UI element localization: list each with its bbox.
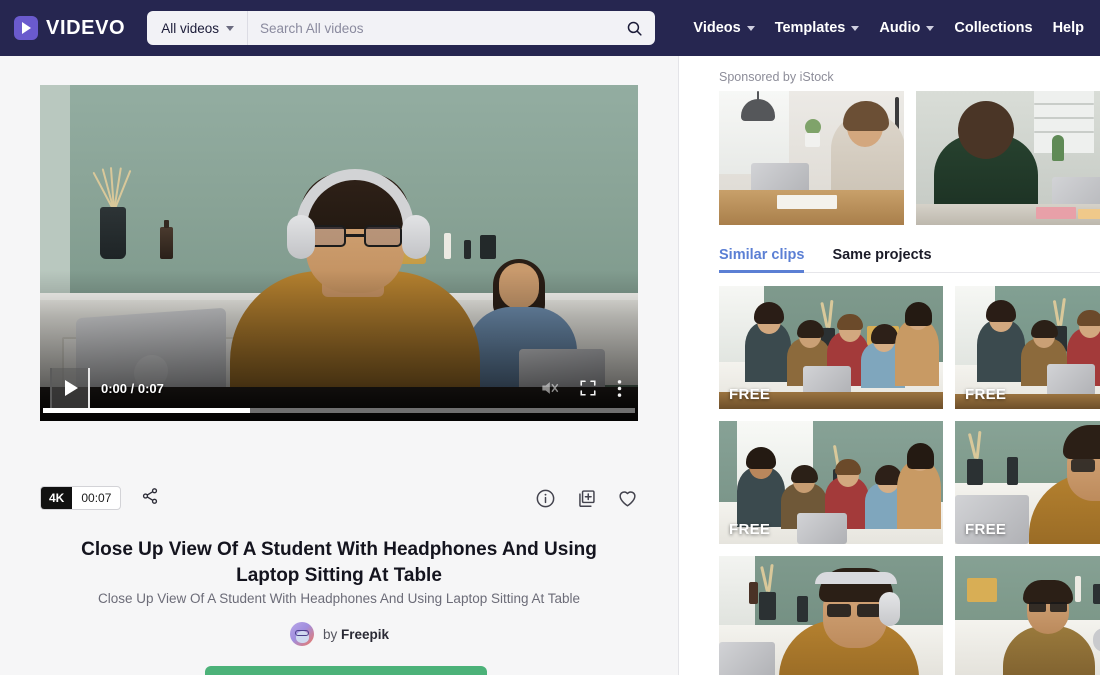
video-player[interactable]: 0:00 / 0:07 bbox=[40, 85, 638, 421]
info-icon bbox=[536, 489, 555, 507]
favorite-button[interactable] bbox=[617, 488, 638, 509]
nav-label-videos: Videos bbox=[693, 20, 741, 36]
clip-thumbnail[interactable]: FREE bbox=[719, 286, 943, 409]
duration-badge: 00:07 bbox=[81, 491, 112, 505]
author-by-label: by bbox=[322, 626, 338, 642]
tab-similar-clips[interactable]: Similar clips bbox=[719, 247, 805, 273]
sponsored-thumbnail[interactable] bbox=[719, 91, 904, 225]
clip-thumbnail[interactable]: FREE bbox=[719, 421, 943, 544]
nav-item-help[interactable]: Help bbox=[1053, 20, 1084, 36]
clip-thumbnail[interactable] bbox=[955, 556, 1100, 675]
search-scope-label: All videos bbox=[161, 20, 219, 36]
clip-thumbnail[interactable]: FREE bbox=[955, 421, 1100, 544]
share-icon bbox=[143, 487, 158, 504]
video-detail-panel: 0:00 / 0:07 4K 00:07 Close Up View Of A … bbox=[0, 56, 679, 675]
search-input[interactable] bbox=[247, 20, 614, 36]
progress-buffered bbox=[43, 408, 251, 413]
tab-similar-clips-label: Similar clips bbox=[719, 247, 805, 263]
more-options-button[interactable] bbox=[617, 379, 622, 398]
media-description: Close Up View Of A Student With Headphon… bbox=[97, 591, 581, 606]
free-badge: FREE bbox=[965, 521, 1007, 538]
resolution-badge: 4K bbox=[41, 487, 73, 509]
play-icon bbox=[65, 380, 78, 396]
clip-thumbnail[interactable] bbox=[719, 556, 943, 675]
free-badge: FREE bbox=[965, 386, 1007, 403]
player-time: 0:00 / 0:07 bbox=[101, 380, 164, 396]
free-badge: FREE bbox=[729, 386, 771, 403]
page-title: Close Up View Of A Student With Headphon… bbox=[81, 539, 597, 587]
nav-item-collections[interactable]: Collections bbox=[954, 20, 1032, 36]
heart-icon bbox=[619, 490, 636, 507]
free-download-button[interactable]: Free download bbox=[205, 666, 487, 675]
search-bar: All videos bbox=[147, 11, 656, 45]
player-controls: 0:00 / 0:07 bbox=[40, 359, 638, 421]
info-button[interactable] bbox=[535, 488, 556, 509]
media-meta-row: 4K 00:07 bbox=[40, 486, 638, 510]
add-to-collection-button[interactable] bbox=[576, 488, 597, 509]
nav-item-audio[interactable]: Audio bbox=[879, 20, 935, 36]
mute-icon bbox=[542, 382, 559, 394]
nav-label-help: Help bbox=[1052, 20, 1084, 36]
clip-thumbnail[interactable]: FREE bbox=[955, 286, 1100, 409]
fullscreen-icon bbox=[580, 380, 596, 396]
play-button[interactable] bbox=[50, 368, 90, 408]
logo[interactable]: VIDEVO bbox=[14, 16, 125, 40]
progress-bar[interactable] bbox=[43, 408, 635, 413]
more-vertical-icon bbox=[617, 379, 622, 397]
sidebar-tabs: Similar clips Same projects bbox=[719, 247, 1100, 273]
quality-duration-badge: 4K 00:07 bbox=[40, 486, 122, 510]
site-header: VIDEVO All videos Videos Templates Audio… bbox=[0, 0, 1100, 56]
sponsored-grid bbox=[719, 91, 1100, 225]
chevron-down-icon bbox=[225, 25, 234, 31]
add-to-collection-icon bbox=[579, 489, 595, 507]
videvo-play-icon bbox=[14, 16, 38, 40]
nav-item-templates[interactable]: Templates bbox=[775, 20, 860, 36]
search-icon bbox=[627, 21, 642, 36]
nav-item-videos[interactable]: Videos bbox=[693, 20, 755, 36]
nav-label-templates: Templates bbox=[774, 20, 846, 36]
player-control-row: 0:00 / 0:07 bbox=[40, 368, 638, 408]
sponsored-label: Sponsored by iStock bbox=[719, 70, 834, 84]
sponsored-thumbnail[interactable] bbox=[915, 91, 1100, 225]
tab-same-projects-label: Same projects bbox=[832, 247, 932, 263]
author-name-text: Freepik bbox=[341, 626, 390, 642]
share-button[interactable] bbox=[141, 487, 159, 510]
author-name: by Freepik bbox=[323, 627, 389, 642]
tab-same-projects[interactable]: Same projects bbox=[832, 247, 931, 272]
nav-label-audio: Audio bbox=[879, 20, 921, 36]
mute-button[interactable] bbox=[539, 378, 559, 398]
chevron-down-icon bbox=[851, 25, 860, 31]
nav-label-collections: Collections bbox=[954, 20, 1033, 36]
search-scope-dropdown[interactable]: All videos bbox=[147, 11, 248, 45]
author-attribution[interactable]: by Freepik bbox=[0, 622, 679, 646]
free-badge: FREE bbox=[729, 521, 771, 538]
fullscreen-button[interactable] bbox=[579, 379, 597, 397]
similar-clips-grid: FREE FREE FREE FREE bbox=[719, 286, 1100, 675]
avatar bbox=[289, 622, 314, 646]
chevron-down-icon bbox=[926, 25, 935, 31]
main-navigation: Videos Templates Audio Collections Help bbox=[693, 20, 1084, 36]
sidebar-panel: Sponsored by iStock Similar clips Same p… bbox=[679, 56, 1100, 675]
logo-text: VIDEVO bbox=[46, 16, 126, 39]
page-body: 0:00 / 0:07 4K 00:07 Close Up View Of A … bbox=[0, 56, 1100, 675]
search-button[interactable] bbox=[613, 11, 655, 45]
chevron-down-icon bbox=[746, 25, 755, 31]
